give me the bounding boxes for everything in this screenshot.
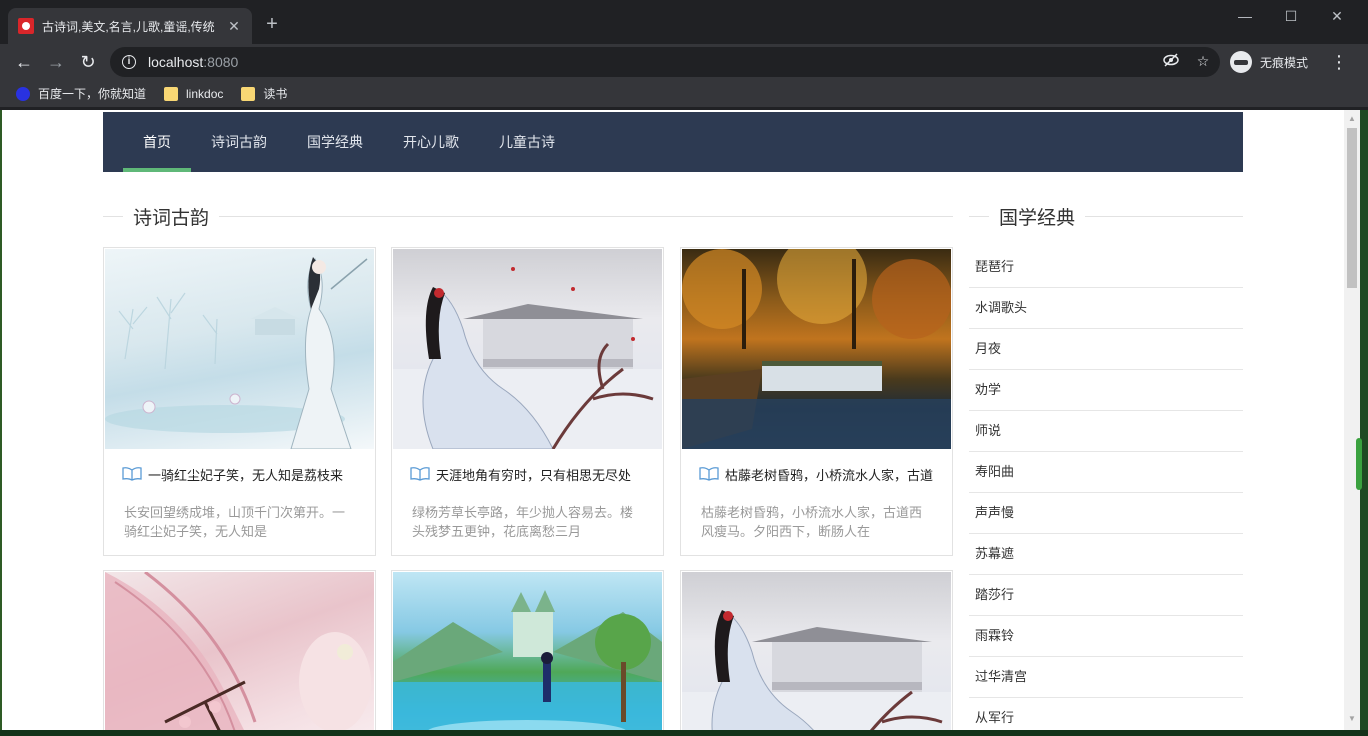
browser-titlebar: 古诗词,美文,名言,儿歌,童谣,传统 ✕ + — ☐ ✕ xyxy=(0,0,1368,44)
poem-card-excerpt: 长安回望绣成堆，山顶千门次第开。一骑红尘妃子笑，无人知是 xyxy=(124,505,346,539)
poem-card[interactable] xyxy=(680,570,953,730)
classics-section-title: 国学经典 xyxy=(999,208,1076,229)
tracking-protection-icon[interactable] xyxy=(1162,53,1180,70)
new-tab-button[interactable]: + xyxy=(262,12,282,36)
poem-card-excerpt: 枯藤老树昏鸦，小桥流水人家，古道西风瘦马。夕阳西下，断肠人在 xyxy=(701,505,923,539)
bookmark-label: 读书 xyxy=(263,87,288,101)
poem-card-excerpt: 绿杨芳草长亭路，年少抛人容易去。楼头残梦五更钟，花底离愁三月 xyxy=(412,505,634,539)
scroll-up-icon[interactable]: ▲ xyxy=(1348,114,1356,123)
page-scrollbar[interactable]: ▲ ▼ xyxy=(1344,110,1360,730)
reload-button[interactable]: ↻ xyxy=(76,50,100,74)
desktop-widget-bar xyxy=(1356,438,1362,490)
poem-card[interactable] xyxy=(391,570,664,730)
browser-tab[interactable]: 古诗词,美文,名言,儿歌,童谣,传统 ✕ xyxy=(8,8,252,44)
url-port: :8080 xyxy=(203,54,239,70)
poem-card[interactable]: 一骑红尘妃子笑，无人知是荔枝来 长安回望绣成堆，山顶千门次第开。一骑红尘妃子笑，… xyxy=(103,247,376,556)
tab-close-icon[interactable]: ✕ xyxy=(226,18,242,35)
classics-list-item[interactable]: 月夜 xyxy=(969,329,1243,370)
classics-list-item[interactable]: 雨霖铃 xyxy=(969,616,1243,657)
scroll-down-icon[interactable]: ▼ xyxy=(1348,714,1356,723)
classics-list-item[interactable]: 过华清宫 xyxy=(969,657,1243,698)
folder-icon xyxy=(241,86,256,101)
incognito-icon xyxy=(1230,51,1252,73)
nav-item-home[interactable]: 首页 xyxy=(123,112,191,172)
url-host: localhost xyxy=(148,54,204,70)
bookmark-label: 百度一下，你就知道 xyxy=(38,87,147,101)
book-icon xyxy=(699,467,719,481)
divider xyxy=(1085,216,1243,217)
poem-card-image[interactable] xyxy=(682,572,951,730)
site-nav: 首页 诗词古韵 国学经典 开心儿歌 儿童古诗 xyxy=(103,112,1243,172)
poem-card-image[interactable] xyxy=(682,249,951,449)
poem-card-title-text: 天涯地角有穷时，只有相思无尽处 xyxy=(436,467,632,483)
folder-icon xyxy=(164,86,179,101)
browser-menu-icon[interactable]: ⋮ xyxy=(1330,50,1348,74)
tab-title: 古诗词,美文,名言,儿歌,童谣,传统 xyxy=(42,19,215,34)
desktop-edge-right xyxy=(1360,110,1368,736)
bookmark-linkdoc[interactable]: linkdoc xyxy=(164,86,224,101)
page-viewport: 首页 诗词古韵 国学经典 开心儿歌 儿童古诗 诗词古韵 国学经典 一骑红尘妃子笑… xyxy=(2,110,1344,730)
poem-card-image[interactable] xyxy=(393,249,662,449)
classics-list-item[interactable]: 从军行 xyxy=(969,698,1243,730)
back-button[interactable]: ← xyxy=(12,50,36,74)
poem-card[interactable] xyxy=(103,570,376,730)
scroll-thumb[interactable] xyxy=(1347,128,1357,288)
close-window-button[interactable]: ✕ xyxy=(1314,4,1360,28)
classics-list-item[interactable]: 声声慢 xyxy=(969,493,1243,534)
classics-list-item[interactable]: 水调歌头 xyxy=(969,288,1243,329)
classics-list-item[interactable]: 苏幕遮 xyxy=(969,534,1243,575)
poem-card-title[interactable]: 枯藤老树昏鸦，小桥流水人家，古道 xyxy=(681,463,952,485)
book-icon xyxy=(410,467,430,481)
nav-item-songs[interactable]: 开心儿歌 xyxy=(383,112,479,172)
bookmarks-bar: 百度一下，你就知道 linkdoc 读书 xyxy=(0,80,1368,108)
bookmark-star-icon[interactable]: ☆ xyxy=(1194,53,1212,70)
address-bar[interactable]: i localhost :8080 ☆ xyxy=(110,47,1220,77)
nav-item-classics[interactable]: 国学经典 xyxy=(287,112,383,172)
classics-list-item[interactable]: 师说 xyxy=(969,411,1243,452)
poem-card-image[interactable] xyxy=(105,249,374,449)
poetry-section-title: 诗词古韵 xyxy=(133,208,210,229)
classics-list-item[interactable]: 劝学 xyxy=(969,370,1243,411)
poem-card-image[interactable] xyxy=(105,572,374,730)
bookmark-label: linkdoc xyxy=(186,86,224,101)
incognito-indicator[interactable]: 无痕模式 xyxy=(1230,49,1308,75)
classics-section-heading: 国学经典 xyxy=(969,203,1243,230)
site-favicon-icon xyxy=(18,18,34,34)
baidu-icon xyxy=(16,86,30,101)
nav-item-poetry[interactable]: 诗词古韵 xyxy=(191,112,287,172)
nav-item-kids-poems[interactable]: 儿童古诗 xyxy=(479,112,575,172)
bookmark-dushu[interactable]: 读书 xyxy=(241,85,287,102)
poem-card[interactable]: 天涯地角有穷时，只有相思无尽处 绿杨芳草长亭路，年少抛人容易去。楼头残梦五更钟，… xyxy=(391,247,664,556)
divider xyxy=(103,216,123,217)
divider xyxy=(219,216,953,217)
poem-card[interactable]: 枯藤老树昏鸦，小桥流水人家，古道 枯藤老树昏鸦，小桥流水人家，古道西风瘦马。夕阳… xyxy=(680,247,953,556)
site-info-icon[interactable]: i xyxy=(122,55,136,69)
bookmark-baidu[interactable]: 百度一下，你就知道 xyxy=(16,85,146,102)
maximize-button[interactable]: ☐ xyxy=(1268,4,1314,28)
book-icon xyxy=(122,467,142,481)
classics-list-item[interactable]: 寿阳曲 xyxy=(969,452,1243,493)
poem-card-image[interactable] xyxy=(393,572,662,730)
poem-card-title[interactable]: 天涯地角有穷时，只有相思无尽处 xyxy=(392,463,663,485)
desktop-edge-bottom xyxy=(0,730,1368,736)
incognito-label: 无痕模式 xyxy=(1260,55,1309,70)
poem-card-title[interactable]: 一骑红尘妃子笑，无人知是荔枝来 xyxy=(104,463,375,485)
poem-card-title-text: 枯藤老树昏鸦，小桥流水人家，古道 xyxy=(725,467,934,483)
divider xyxy=(969,216,989,217)
classics-list-item[interactable]: 踏莎行 xyxy=(969,575,1243,616)
classics-list: 琵琶行 水调歌头 月夜 劝学 师说 寿阳曲 声声慢 苏幕遮 踏莎行 雨霖铃 过华… xyxy=(969,247,1243,730)
browser-toolbar: ← → ↻ i localhost :8080 ☆ 无痕模式 ⋮ xyxy=(0,44,1368,80)
classics-list-item[interactable]: 琵琶行 xyxy=(969,247,1243,288)
minimize-button[interactable]: — xyxy=(1222,4,1268,28)
forward-button[interactable]: → xyxy=(44,50,68,74)
poetry-section-heading: 诗词古韵 xyxy=(103,203,953,230)
poem-card-title-text: 一骑红尘妃子笑，无人知是荔枝来 xyxy=(148,467,344,483)
